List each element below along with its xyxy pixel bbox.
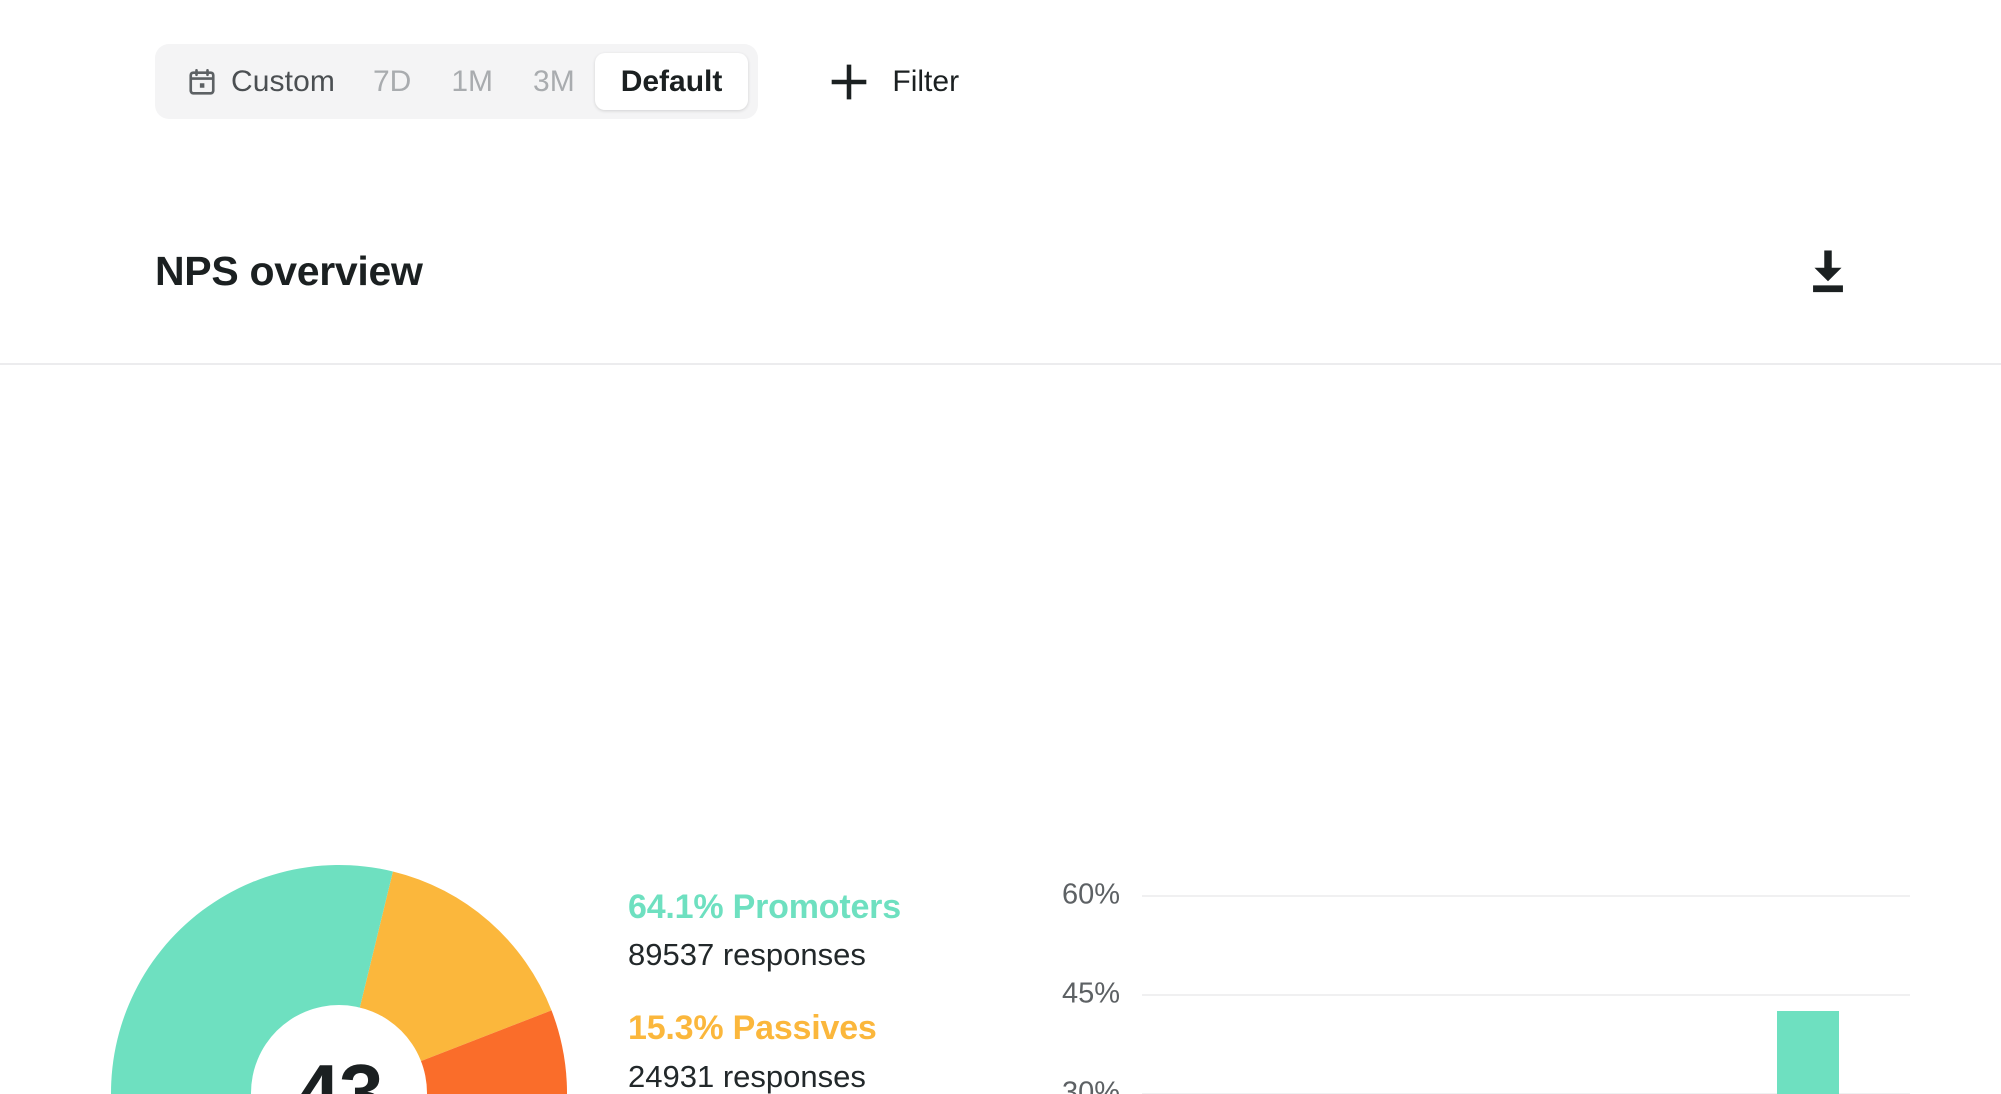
y-axis-labels: 0%15%30%45%60% [1030,879,1120,1094]
bar-9[interactable] [1777,1010,1840,1094]
date-range-custom[interactable]: Custom [165,53,353,110]
download-icon [1813,250,1843,293]
add-filter-button[interactable]: Filter [828,44,959,119]
bar-column[interactable] [1707,895,1769,1094]
date-range-7d-label: 7D [372,64,412,98]
y-tick-label: 60% [1061,878,1120,911]
bar-column[interactable] [1283,895,1345,1094]
date-range-1m-label: 1M [451,64,494,98]
bar-column[interactable] [1848,895,1910,1094]
bar-column[interactable] [1565,895,1627,1094]
bar-column[interactable] [1354,895,1416,1094]
card-body: 43 64.1% Promoters 89537 responses 15.3%… [0,365,2001,1094]
date-range-segmented-control[interactable]: Custom 7D 1M 3M Default [155,44,759,119]
add-filter-label: Filter [892,64,960,98]
date-range-custom-label: Custom [231,64,335,98]
nps-donut-chart: 43 [111,865,567,1094]
legend-passives-percent: 15.3% Passives [628,1009,877,1048]
plus-icon [828,61,870,103]
calendar-icon [187,67,217,97]
date-range-3m-label: 3M [533,64,575,98]
date-range-toolbar: Custom 7D 1M 3M Default Filter [155,44,959,119]
nps-legend: 64.1% Promoters 89537 responses 15.3% Pa… [628,887,958,1094]
y-tick-label: 45% [1061,977,1120,1010]
date-range-1m[interactable]: 1M [431,53,513,110]
date-range-3m[interactable]: 3M [513,53,595,110]
page-title: NPS overview [155,248,423,294]
bar-column[interactable] [1636,895,1698,1094]
date-range-7d[interactable]: 7D [353,53,431,110]
date-range-default-label: Default [620,64,723,98]
nps-score: 43 [295,1048,384,1094]
bar-column[interactable] [1495,895,1557,1094]
plot-area [1142,895,1910,1094]
legend-passives-responses: 24931 responses [628,1058,866,1094]
nps-distribution-chart: 0%15%30%45%60% 012345678910 [1030,879,1910,1094]
legend-promoters-responses: 89537 responses [628,937,866,973]
bar-column[interactable] [1213,895,1275,1094]
y-tick-label: 30% [1061,1076,1120,1094]
bar-column[interactable] [1424,895,1486,1094]
download-button[interactable] [1800,243,1856,299]
bar-column[interactable] [1142,895,1204,1094]
bar-series [1142,895,1910,1094]
nps-overview-page: Custom 7D 1M 3M Default Filter NPS overv… [0,0,2001,1094]
legend-item-passives: 15.3% Passives 24931 responses [628,1008,958,1094]
legend-item-promoters: 64.1% Promoters 89537 responses [628,887,958,976]
date-range-default[interactable]: Default [594,53,749,110]
bar-column[interactable] [1777,895,1840,1094]
legend-promoters-percent: 64.1% Promoters [628,888,901,926]
